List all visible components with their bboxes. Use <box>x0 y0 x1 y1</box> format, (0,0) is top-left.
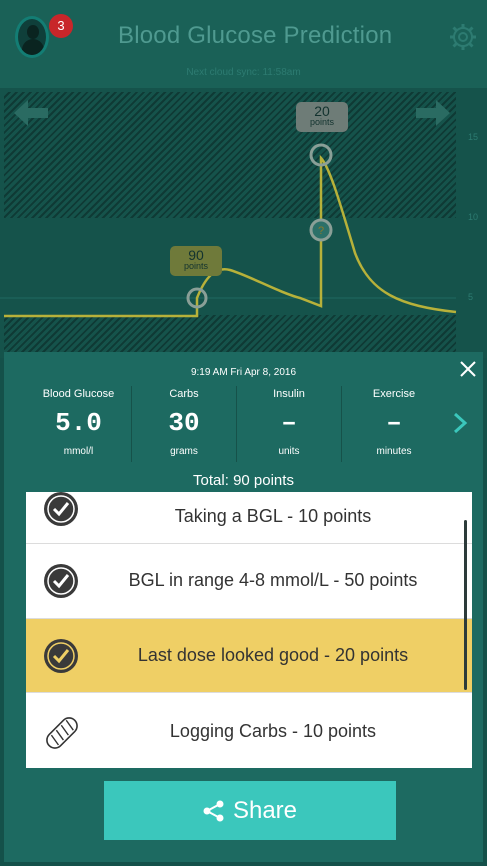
stat-label: Carbs <box>169 388 199 400</box>
avatar-head-shape <box>27 25 39 39</box>
list-item-label: Logging Carbs - 10 points <box>169 721 377 741</box>
stat-value: – <box>386 408 402 438</box>
gear-icon[interactable] <box>448 22 478 52</box>
check-circle-icon <box>44 564 78 598</box>
check-circle-icon <box>44 492 78 526</box>
glucose-chart: 15 10 5 ? 90 points 20 points <box>0 88 487 365</box>
stat-unit: units <box>278 446 300 457</box>
share-button[interactable]: Share <box>104 781 396 840</box>
stat-carbs[interactable]: Carbs 30 grams <box>131 386 236 462</box>
stat-unit: mmol/l <box>63 446 94 457</box>
points-bubble-value: 90 <box>188 247 204 263</box>
stat-insulin[interactable]: Insulin – units <box>236 386 341 462</box>
list-item-highlighted[interactable]: Last dose looked good - 20 points <box>26 619 472 693</box>
list-item-label: BGL in range 4-8 mmol/L - 50 points <box>128 570 418 590</box>
bread-icon <box>46 717 78 749</box>
glucose-curve-svg: ? <box>0 143 457 318</box>
stat-unit: grams <box>170 446 198 457</box>
points-bubble-unit: points <box>183 261 209 271</box>
stats-row: Blood Glucose 5.0 mmol/l Carbs 30 grams … <box>26 386 446 462</box>
points-bubble-low: 90 points <box>170 246 222 276</box>
points-bubble-high: 20 points <box>296 102 348 132</box>
entry-datetime: 9:19 AM Fri Apr 8, 2016 <box>190 367 297 378</box>
list-item-label: Last dose looked good - 20 points <box>137 645 409 665</box>
question-mark-icon: ? <box>318 225 324 237</box>
total-points: Total: 90 points <box>193 472 294 489</box>
share-icon <box>203 800 224 821</box>
chevron-right-icon[interactable] <box>452 412 468 434</box>
points-bubble-unit: points <box>309 117 335 127</box>
stat-exercise[interactable]: Exercise – minutes <box>341 386 446 462</box>
list-scrollbar[interactable] <box>464 520 467 690</box>
list-item[interactable]: Logging Carbs - 10 points <box>26 693 472 768</box>
stat-value: 5.0 <box>55 408 102 438</box>
stat-label: Blood Glucose <box>42 388 115 400</box>
list-item-label: Taking a BGL - 10 points <box>174 506 372 526</box>
share-button-label: Share <box>232 796 298 824</box>
avatar-body-shape <box>22 39 44 55</box>
list-item[interactable]: Taking a BGL - 10 points <box>26 492 472 544</box>
avatar[interactable] <box>15 16 49 58</box>
points-list[interactable]: Taking a BGL - 10 points BGL in range 4-… <box>26 492 472 768</box>
stat-value: – <box>281 408 297 438</box>
sync-status: Next cloud sync: 11:58am <box>186 67 301 78</box>
app-title: Blood Glucose Prediction <box>118 22 393 49</box>
stat-label: Exercise <box>372 388 416 400</box>
top-bar: 3 Blood Glucose Prediction Next cloud sy… <box>0 0 487 88</box>
points-bubble-value: 20 <box>314 103 330 119</box>
stat-unit: minutes <box>376 446 412 457</box>
glucose-curve <box>4 154 457 318</box>
stat-blood-glucose[interactable]: Blood Glucose 5.0 mmol/l <box>26 386 131 462</box>
list-item[interactable]: BGL in range 4-8 mmol/L - 50 points <box>26 544 472 619</box>
stat-label: Insulin <box>273 388 305 400</box>
stat-value: 30 <box>168 408 200 438</box>
notification-badge: 3 <box>49 14 73 38</box>
check-circle-icon <box>44 639 78 673</box>
